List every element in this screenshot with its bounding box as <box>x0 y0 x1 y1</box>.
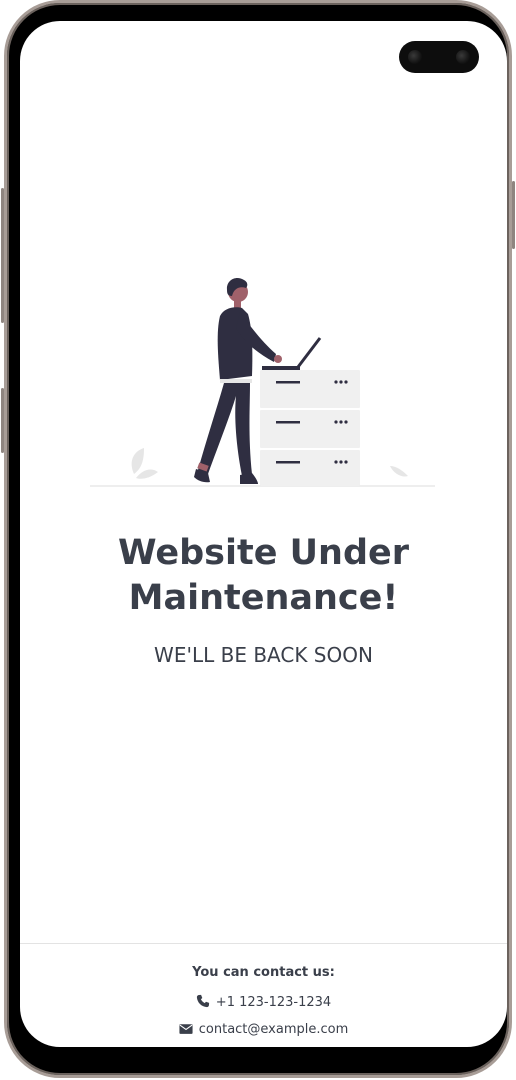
contact-heading: You can contact us: <box>192 965 335 980</box>
camera-lens-icon <box>456 50 470 64</box>
page-title: Website Under Maintenance! <box>20 531 507 621</box>
front-camera <box>399 41 479 73</box>
phone-side-button <box>1 188 4 323</box>
contact-phone-number: +1 123-123-1234 <box>215 995 332 1010</box>
phone-icon <box>196 994 209 1008</box>
leaf-icon <box>131 448 144 474</box>
leaf-icon <box>390 466 408 477</box>
leaf-icon <box>136 469 158 479</box>
page-title-line: Website Under <box>117 533 410 573</box>
page-subtitle: WE'LL BE BACK SOON <box>154 643 373 667</box>
contact-phone[interactable]: +1 123-123-1234 <box>20 994 507 1010</box>
contact-email[interactable]: contact@example.com <box>20 1022 507 1037</box>
phone-screen: Website Under Maintenance! WE'LL BE BACK… <box>20 21 507 1047</box>
envelope-icon <box>179 1024 193 1034</box>
page-title-line: Maintenance! <box>128 578 399 618</box>
file-cabinet <box>260 370 360 486</box>
phone-side-button <box>512 181 515 249</box>
camera-lens-icon <box>408 50 422 64</box>
phone-side-button <box>1 388 4 453</box>
footer-divider <box>20 943 507 944</box>
phone-frame: Website Under Maintenance! WE'LL BE BACK… <box>1 0 515 1078</box>
contact-email-address: contact@example.com <box>198 1022 349 1037</box>
maintenance-illustration <box>90 278 435 487</box>
